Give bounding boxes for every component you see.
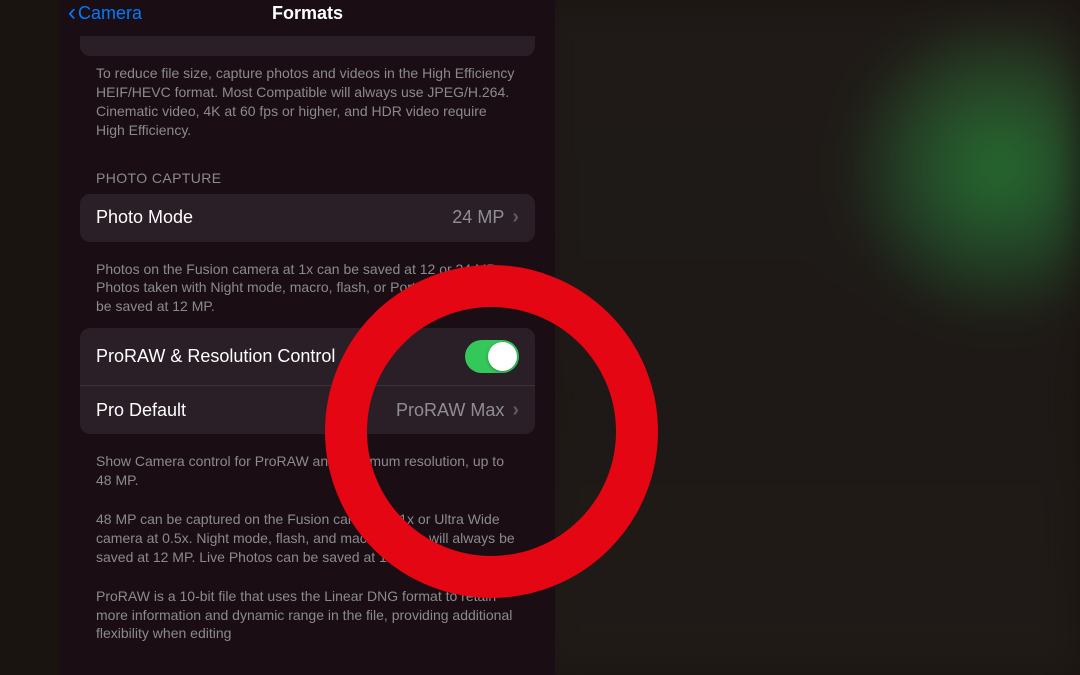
- proraw-group: ProRAW & Resolution Control Pro Default …: [80, 328, 535, 434]
- blurred-background: [540, 0, 1080, 675]
- photo-capture-header: PHOTO CAPTURE: [60, 152, 555, 194]
- pro-default-value-container: ProRAW Max ›: [396, 399, 519, 422]
- pro-default-label: Pro Default: [96, 400, 186, 421]
- proraw-footer-2: 48 MP can be captured on the Fusion came…: [60, 502, 555, 579]
- chevron-right-icon: ›: [512, 399, 519, 422]
- camera-capture-footer: To reduce file size, capture photos and …: [60, 56, 555, 152]
- proraw-footer-1: Show Camera control for ProRAW and maxim…: [60, 444, 555, 502]
- toggle-knob: [488, 342, 517, 371]
- proraw-control-row[interactable]: ProRAW & Resolution Control: [80, 328, 535, 386]
- proraw-control-label: ProRAW & Resolution Control: [96, 346, 335, 367]
- pro-default-row[interactable]: Pro Default ProRAW Max ›: [80, 386, 535, 434]
- photo-mode-group: Photo Mode 24 MP ›: [80, 194, 535, 242]
- chevron-right-icon: ›: [512, 206, 519, 229]
- proraw-footer-3: ProRAW is a 10-bit file that uses the Li…: [60, 579, 555, 656]
- pro-default-value: ProRAW Max: [396, 400, 504, 421]
- back-button[interactable]: ‹ Camera: [68, 1, 142, 25]
- back-label: Camera: [78, 3, 142, 24]
- nav-header: ‹ Camera Formats: [60, 0, 555, 26]
- proraw-toggle[interactable]: [465, 340, 519, 373]
- photo-mode-row[interactable]: Photo Mode 24 MP ›: [80, 194, 535, 242]
- photo-mode-value-container: 24 MP ›: [452, 206, 519, 229]
- chevron-left-icon: ‹: [68, 1, 76, 25]
- camera-capture-group-partial: [80, 36, 535, 56]
- photo-mode-footer: Photos on the Fusion camera at 1x can be…: [60, 252, 555, 329]
- settings-panel: ‹ Camera Formats To reduce file size, ca…: [60, 0, 555, 675]
- photo-mode-value: 24 MP: [452, 207, 504, 228]
- photo-mode-label: Photo Mode: [96, 207, 193, 228]
